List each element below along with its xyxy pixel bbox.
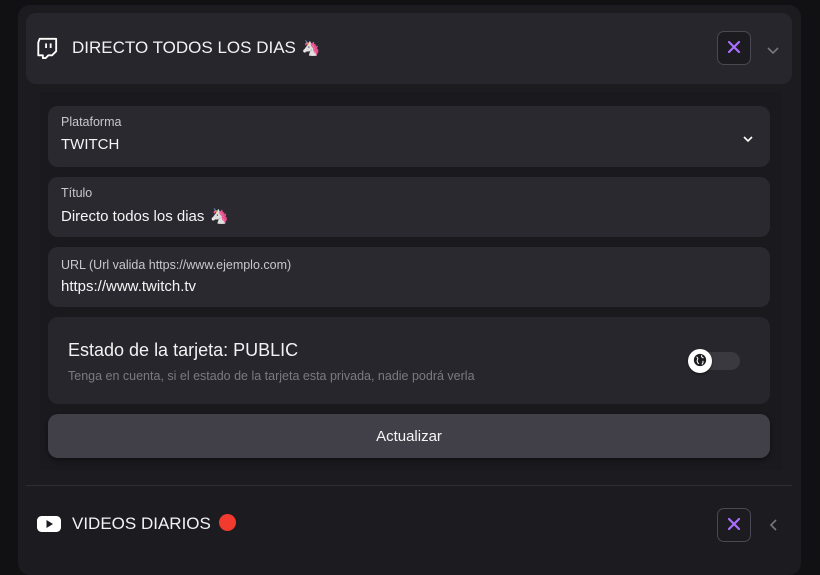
card-state-section: Estado de la tarjeta: PUBLIC Tenga en cu… [48,317,770,404]
card-title: VIDEOS DIARIOS [72,514,236,534]
remove-card-button[interactable] [717,31,751,65]
url-field[interactable]: URL (Url valida https://www.ejemplo.com)… [48,247,770,307]
chevron-down-icon[interactable] [766,42,780,56]
close-icon [727,516,741,535]
close-icon [727,39,741,58]
update-button[interactable]: Actualizar [48,414,770,458]
youtube-icon [36,514,62,536]
red-circle-emoji [218,514,236,531]
url-label: URL (Url valida https://www.ejemplo.com) [61,258,292,272]
twitch-icon [36,37,58,59]
title-emoji: 🦄 [210,208,230,225]
chevron-left-icon[interactable] [767,517,781,531]
platform-label: Plataforma [61,115,122,129]
title-label: Título [61,186,93,200]
state-title: Estado de la tarjeta: PUBLIC [68,340,299,360]
card-title: DIRECTO TODOS LOS DIAS 🦄 [72,38,321,57]
state-help-text: Tenga en cuenta, si el estado de la tarj… [68,369,475,383]
toggle-knob[interactable] [688,349,712,373]
platform-value: TWITCH [61,136,120,153]
platform-select[interactable]: Plataforma TWITCH [48,106,770,167]
url-value: https://www.twitch.tv [61,278,197,295]
card-header-twitch[interactable]: DIRECTO TODOS LOS DIAS 🦄 [26,13,792,84]
title-value: Directo todos los dias 🦄 [61,208,230,225]
title-field[interactable]: Título Directo todos los dias 🦄 [48,177,770,237]
card-title-emoji: 🦄 [301,40,321,57]
card-header-youtube[interactable]: VIDEOS DIARIOS [26,485,792,566]
chevron-down-icon [742,130,754,143]
remove-card-button[interactable] [717,508,751,542]
visibility-toggle[interactable] [688,349,740,373]
globe-icon [693,352,707,371]
